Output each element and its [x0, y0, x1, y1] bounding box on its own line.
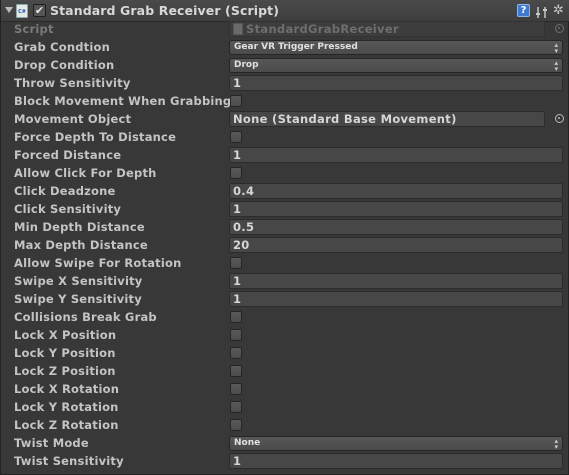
click-deadzone-input[interactable]: 0.4: [229, 183, 563, 199]
forced-distance-label: Forced Distance: [14, 148, 122, 162]
min-depth-input[interactable]: 0.5: [229, 219, 563, 235]
row-click-sensitivity: Click Sensitivity 1: [1, 200, 569, 218]
forced-distance-input[interactable]: 1: [229, 147, 563, 163]
row-max-depth: Max Depth Distance 20: [1, 236, 569, 254]
lock-y-position-checkbox[interactable]: [230, 347, 242, 359]
lock-y-position-label: Lock Y Position: [14, 346, 116, 360]
row-lock-x-position: Lock X Position: [1, 326, 569, 344]
row-forced-distance: Forced Distance 1: [1, 146, 569, 164]
script-object-picker-icon: [555, 24, 564, 33]
block-movement-label: Block Movement When Grabbing: [14, 94, 232, 108]
lock-x-position-checkbox[interactable]: [230, 329, 242, 341]
twist-mode-value: None: [234, 438, 261, 448]
row-lock-z-rotation: Lock Z Rotation: [1, 416, 569, 434]
script-value: StandardGrabReceiver: [246, 22, 399, 36]
allow-click-depth-label: Allow Click For Depth: [14, 166, 157, 180]
row-grab-condition: Grab Condtion Gear VR Trigger Pressed ▴ ▾: [1, 38, 569, 56]
row-force-depth: Force Depth To Distance: [1, 128, 569, 146]
inspector-panel: C# ✔ Standard Grab Receiver (Script) ? ✲…: [0, 0, 569, 475]
grab-condition-label: Grab Condtion: [14, 40, 110, 54]
collisions-break-label: Collisions Break Grab: [14, 310, 157, 324]
twist-sensitivity-input[interactable]: 1: [229, 453, 563, 469]
preset-sliders-icon[interactable]: [535, 4, 548, 18]
lock-x-position-label: Lock X Position: [14, 328, 117, 342]
twist-mode-dropdown[interactable]: None ▴ ▾: [229, 436, 563, 451]
movement-object-label: Movement Object: [14, 112, 132, 126]
help-icon[interactable]: ?: [517, 4, 530, 17]
row-lock-y-rotation: Lock Y Rotation: [1, 398, 569, 416]
component-header[interactable]: C# ✔ Standard Grab Receiver (Script) ? ✲: [1, 0, 569, 22]
lock-z-position-label: Lock Z Position: [14, 364, 116, 378]
lock-z-position-checkbox[interactable]: [230, 365, 242, 377]
row-allow-click-depth: Allow Click For Depth: [1, 164, 569, 182]
script-file-icon: [233, 23, 243, 35]
row-swipe-x: Swipe X Sensitivity 1: [1, 272, 569, 290]
row-lock-x-rotation: Lock X Rotation: [1, 380, 569, 398]
swipe-y-input[interactable]: 1: [229, 291, 563, 307]
script-label: Script: [14, 22, 54, 36]
row-script: Script StandardGrabReceiver: [1, 20, 569, 38]
row-drop-condition: Drop Condition Drop ▴ ▾: [1, 56, 569, 74]
force-depth-checkbox[interactable]: [230, 131, 242, 143]
click-deadzone-label: Click Deadzone: [14, 184, 116, 198]
component-title: Standard Grab Receiver (Script): [50, 3, 280, 18]
component-enabled-checkbox[interactable]: ✔: [33, 4, 46, 17]
collisions-break-checkbox[interactable]: [230, 311, 242, 323]
row-collisions-break: Collisions Break Grab: [1, 308, 569, 326]
max-depth-label: Max Depth Distance: [14, 238, 148, 252]
foldout-arrow-icon[interactable]: [5, 7, 13, 13]
lock-x-rotation-checkbox[interactable]: [230, 383, 242, 395]
allow-click-depth-checkbox[interactable]: [230, 167, 242, 179]
swipe-x-input[interactable]: 1: [229, 273, 563, 289]
dropdown-arrows-icon: ▴ ▾: [554, 41, 558, 55]
allow-swipe-checkbox[interactable]: [230, 257, 242, 269]
block-movement-checkbox[interactable]: [230, 95, 242, 107]
swipe-y-label: Swipe Y Sensitivity: [14, 292, 142, 306]
row-lock-z-position: Lock Z Position: [1, 362, 569, 380]
row-click-deadzone: Click Deadzone 0.4: [1, 182, 569, 200]
lock-y-rotation-label: Lock Y Rotation: [14, 400, 119, 414]
lock-x-rotation-label: Lock X Rotation: [14, 382, 120, 396]
movement-object-field[interactable]: None (Standard Base Movement): [229, 111, 545, 127]
max-depth-input[interactable]: 20: [229, 237, 563, 253]
object-picker-icon[interactable]: [555, 114, 564, 123]
allow-swipe-label: Allow Swipe For Rotation: [14, 256, 182, 270]
row-allow-swipe: Allow Swipe For Rotation: [1, 254, 569, 272]
click-sensitivity-label: Click Sensitivity: [14, 202, 122, 216]
gear-icon[interactable]: ✲: [552, 4, 565, 17]
row-min-depth: Min Depth Distance 0.5: [1, 218, 569, 236]
twist-sensitivity-label: Twist Sensitivity: [14, 454, 124, 468]
lock-z-rotation-checkbox[interactable]: [230, 419, 242, 431]
csharp-script-icon: C#: [16, 4, 28, 18]
script-object-field: StandardGrabReceiver: [229, 21, 545, 37]
drop-condition-dropdown[interactable]: Drop ▴ ▾: [229, 58, 563, 73]
twist-mode-label: Twist Mode: [14, 436, 89, 450]
row-twist-sensitivity: Twist Sensitivity 1: [1, 452, 569, 470]
min-depth-label: Min Depth Distance: [14, 220, 145, 234]
lock-z-rotation-label: Lock Z Rotation: [14, 418, 119, 432]
swipe-x-label: Swipe X Sensitivity: [14, 274, 143, 288]
row-block-movement: Block Movement When Grabbing: [1, 92, 569, 110]
drop-condition-label: Drop Condition: [14, 58, 115, 72]
click-sensitivity-input[interactable]: 1: [229, 201, 563, 217]
row-twist-mode: Twist Mode None ▴ ▾: [1, 434, 569, 452]
row-swipe-y: Swipe Y Sensitivity 1: [1, 290, 569, 308]
throw-sensitivity-input[interactable]: 1: [229, 75, 563, 91]
row-throw-sensitivity: Throw Sensitivity 1: [1, 74, 569, 92]
drop-condition-value: Drop: [234, 60, 259, 70]
throw-sensitivity-label: Throw Sensitivity: [14, 76, 131, 90]
row-lock-y-position: Lock Y Position: [1, 344, 569, 362]
lock-y-rotation-checkbox[interactable]: [230, 401, 242, 413]
force-depth-label: Force Depth To Distance: [14, 130, 177, 144]
dropdown-arrows-icon: ▴ ▾: [554, 59, 558, 73]
grab-condition-dropdown[interactable]: Gear VR Trigger Pressed ▴ ▾: [229, 40, 563, 55]
grab-condition-value: Gear VR Trigger Pressed: [234, 42, 358, 52]
dropdown-arrows-icon: ▴ ▾: [554, 437, 558, 451]
row-movement-object: Movement Object None (Standard Base Move…: [1, 110, 569, 128]
